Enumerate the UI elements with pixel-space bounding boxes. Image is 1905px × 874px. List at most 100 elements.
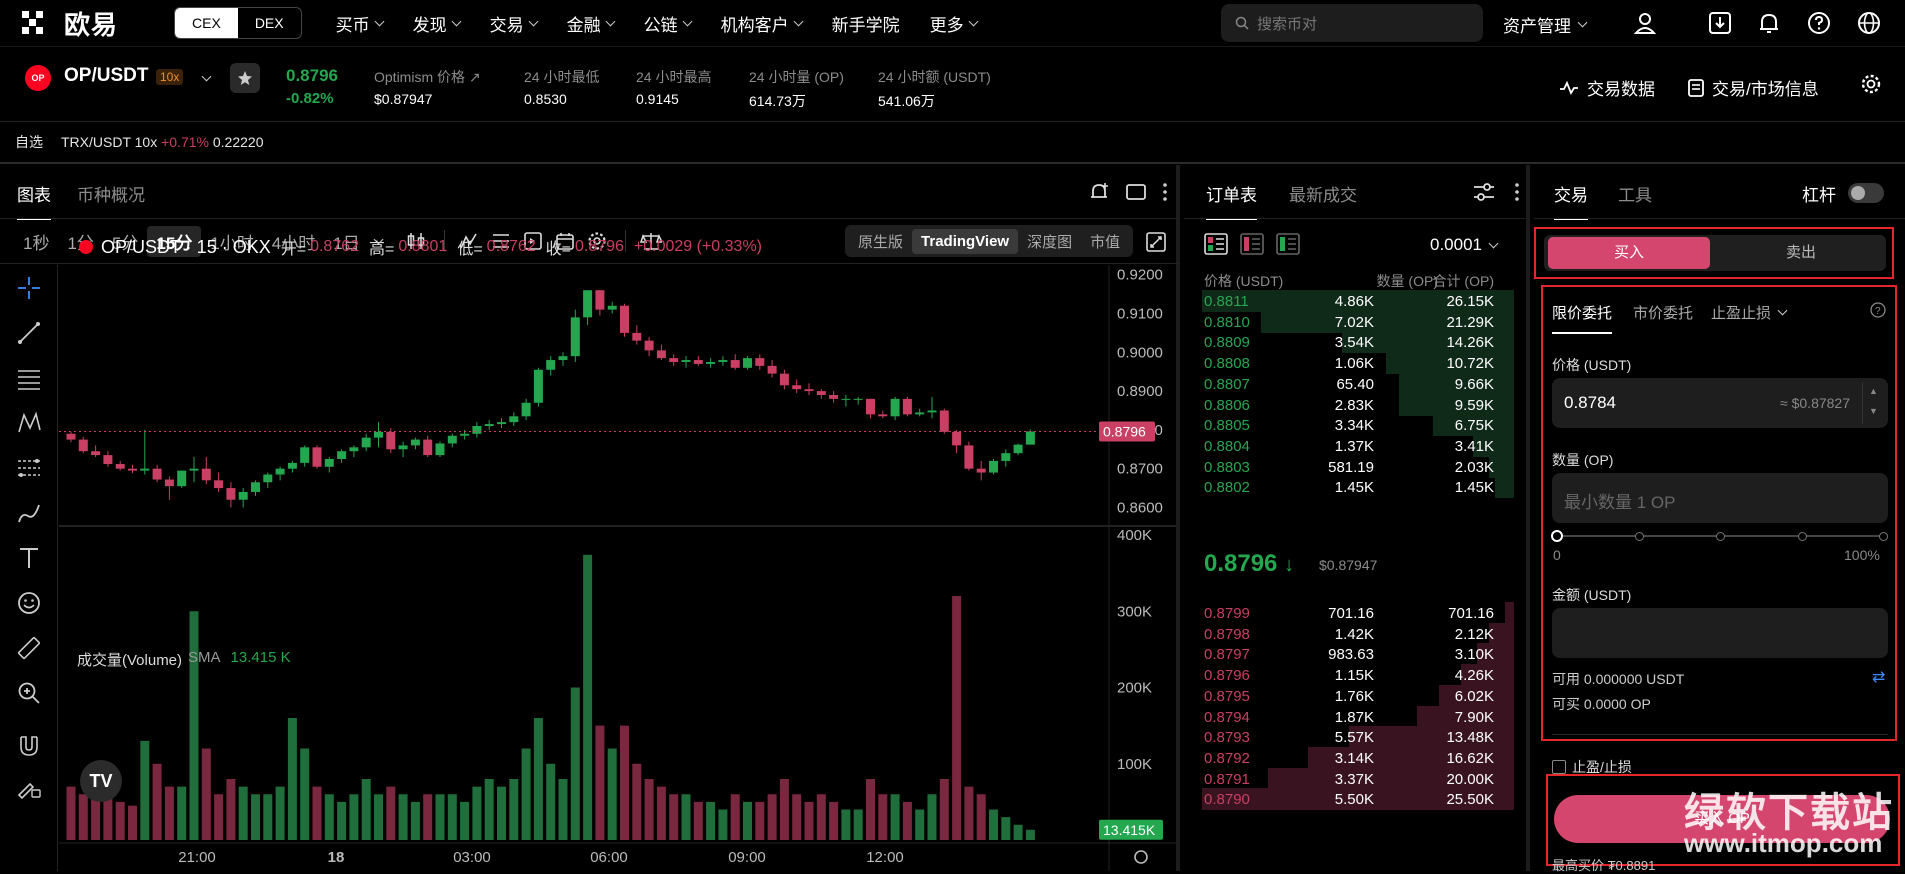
- slider-mark-50[interactable]: [1716, 532, 1725, 541]
- favorite-item-trx[interactable]: TRX/USDT 10x +0.71% 0.22220: [61, 134, 263, 150]
- zoom-in-icon[interactable]: [16, 680, 42, 706]
- lock-drawing-icon[interactable]: [16, 773, 42, 799]
- view-depth[interactable]: 深度图: [1018, 227, 1081, 256]
- trend-line-icon[interactable]: [16, 320, 42, 346]
- slider-mark-100[interactable]: [1879, 532, 1888, 541]
- layout-bids-icon[interactable]: [1276, 233, 1300, 255]
- cex-tab[interactable]: CEX: [175, 8, 238, 38]
- stat-index-price[interactable]: Optimism 价格 ↗ $0.87947: [374, 67, 481, 107]
- fib-retracement-icon[interactable]: [16, 455, 42, 481]
- price-input[interactable]: 0.8784 ≈ $0.87827 ▲ ▼: [1552, 378, 1888, 428]
- quantity-input[interactable]: 最小数量 1 OP: [1552, 473, 1888, 523]
- nav-discover[interactable]: 发现: [413, 11, 462, 36]
- chevron-down-icon[interactable]: ▼: [1863, 406, 1884, 416]
- ruler-icon[interactable]: [16, 635, 42, 661]
- more-vertical-icon[interactable]: [1162, 182, 1168, 202]
- checkbox-box: [1552, 760, 1566, 774]
- op-mini-icon: [79, 240, 93, 254]
- slider-mark-75[interactable]: [1798, 532, 1807, 541]
- fullscreen-icon[interactable]: [1146, 232, 1166, 252]
- alert-bell-icon[interactable]: [1088, 181, 1110, 203]
- volume-bar: [484, 779, 494, 840]
- pattern-icon[interactable]: [16, 410, 42, 436]
- legend-open: 0.8762: [310, 238, 360, 255]
- nav-more[interactable]: 更多: [930, 11, 979, 36]
- order-type-tpsl[interactable]: 止盈止损: [1711, 302, 1788, 323]
- market-info-button[interactable]: 交易/市场信息: [1688, 75, 1819, 100]
- view-tradingview[interactable]: TradingView: [912, 228, 1019, 254]
- volume-bar: [989, 809, 998, 840]
- layout-both-icon[interactable]: [1204, 233, 1228, 255]
- bell-icon[interactable]: [1756, 10, 1782, 36]
- nav-institutional[interactable]: 机构客户: [721, 11, 804, 36]
- tab-tools[interactable]: 工具: [1618, 181, 1652, 206]
- volume-bar: [570, 687, 580, 840]
- volume-bar: [226, 779, 236, 840]
- nav-academy[interactable]: 新手学院: [832, 11, 900, 36]
- tab-coin-overview[interactable]: 币种概况: [77, 181, 145, 220]
- more-vertical-icon[interactable]: [1514, 182, 1520, 202]
- stat-24h-high: 24 小时最高 0.9145: [636, 67, 711, 107]
- settings-gear-icon[interactable]: [1860, 73, 1882, 95]
- row-total: 21.29K: [1446, 313, 1494, 331]
- nav-chain[interactable]: 公链: [644, 11, 693, 36]
- tab-chart[interactable]: 图表: [17, 181, 51, 220]
- magnet-icon[interactable]: [16, 733, 42, 759]
- asset-management-menu[interactable]: 资产管理: [1503, 12, 1588, 37]
- pair-dropdown-chevron-icon[interactable]: [201, 71, 212, 82]
- help-circle-icon[interactable]: ?: [1870, 302, 1886, 318]
- search-input[interactable]: 搜索币对: [1221, 4, 1483, 42]
- favorite-star-button[interactable]: [230, 63, 260, 93]
- chevron-up-icon[interactable]: ▲: [1863, 386, 1884, 396]
- filter-sliders-icon[interactable]: [1472, 181, 1496, 203]
- brand-logo[interactable]: 欧易: [22, 5, 118, 42]
- candle-body: [177, 470, 187, 487]
- interval-1s[interactable]: 1秒: [14, 226, 58, 257]
- emoji-icon[interactable]: [16, 590, 42, 616]
- transfer-icon[interactable]: ⇄: [1872, 667, 1885, 687]
- layout-asks-icon[interactable]: [1240, 233, 1264, 255]
- horizontal-lines-icon[interactable]: [16, 365, 42, 391]
- pair-name[interactable]: OP/USDT: [64, 65, 148, 87]
- nav-finance[interactable]: 金融: [567, 11, 616, 36]
- buy-tab[interactable]: 买入: [1548, 237, 1710, 269]
- leverage-toggle[interactable]: [1848, 183, 1884, 203]
- order-type-market[interactable]: 市价委托: [1633, 302, 1693, 323]
- slider-mark-25[interactable]: [1635, 532, 1644, 541]
- help-icon[interactable]: [1806, 10, 1832, 36]
- candle-body: [743, 358, 752, 368]
- nav-trade[interactable]: 交易: [490, 11, 539, 36]
- bid-row[interactable]: 0.8802 1.45K 1.45K: [1184, 475, 1514, 500]
- tab-recent-trades[interactable]: 最新成交: [1289, 181, 1357, 206]
- crosshair-icon[interactable]: [16, 275, 42, 301]
- window-icon[interactable]: [1126, 183, 1146, 201]
- brush-icon[interactable]: [16, 500, 42, 526]
- quantity-placeholder: 最小数量 1 OP: [1564, 493, 1676, 512]
- tab-order-book[interactable]: 订单表: [1206, 181, 1257, 220]
- volume-bar: [398, 794, 408, 840]
- volume-bar: [386, 786, 396, 840]
- trade-data-button[interactable]: 交易数据: [1559, 75, 1655, 100]
- legend-low-label: 低=: [457, 241, 483, 258]
- view-native[interactable]: 原生版: [849, 227, 912, 256]
- view-market-cap[interactable]: 市值: [1081, 227, 1129, 256]
- price-stepper[interactable]: ▲ ▼: [1862, 382, 1884, 424]
- amount-input[interactable]: [1552, 608, 1888, 658]
- volume-bar: [595, 725, 605, 840]
- dex-tab[interactable]: DEX: [238, 8, 301, 38]
- tradingview-logo-icon[interactable]: TV: [80, 760, 122, 802]
- candlestick-chart[interactable]: 0.92000.91000.90000.89000.88000.87000.86…: [59, 265, 1176, 871]
- slider-handle[interactable]: [1551, 530, 1563, 542]
- candle-body: [484, 424, 494, 427]
- ask-row[interactable]: 0.8790 5.50K 25.50K: [1184, 787, 1514, 812]
- precision-select[interactable]: 0.0001: [1430, 235, 1499, 255]
- text-tool-icon[interactable]: [16, 545, 42, 571]
- row-price: 0.8794: [1204, 708, 1250, 726]
- download-icon[interactable]: [1707, 10, 1733, 36]
- order-type-limit[interactable]: 限价委托: [1552, 302, 1613, 334]
- sell-tab[interactable]: 卖出: [1720, 237, 1882, 269]
- tab-trade[interactable]: 交易: [1554, 181, 1588, 220]
- user-icon[interactable]: [1632, 10, 1658, 36]
- nav-buy-crypto[interactable]: 买币: [336, 11, 385, 36]
- globe-icon[interactable]: [1856, 10, 1882, 36]
